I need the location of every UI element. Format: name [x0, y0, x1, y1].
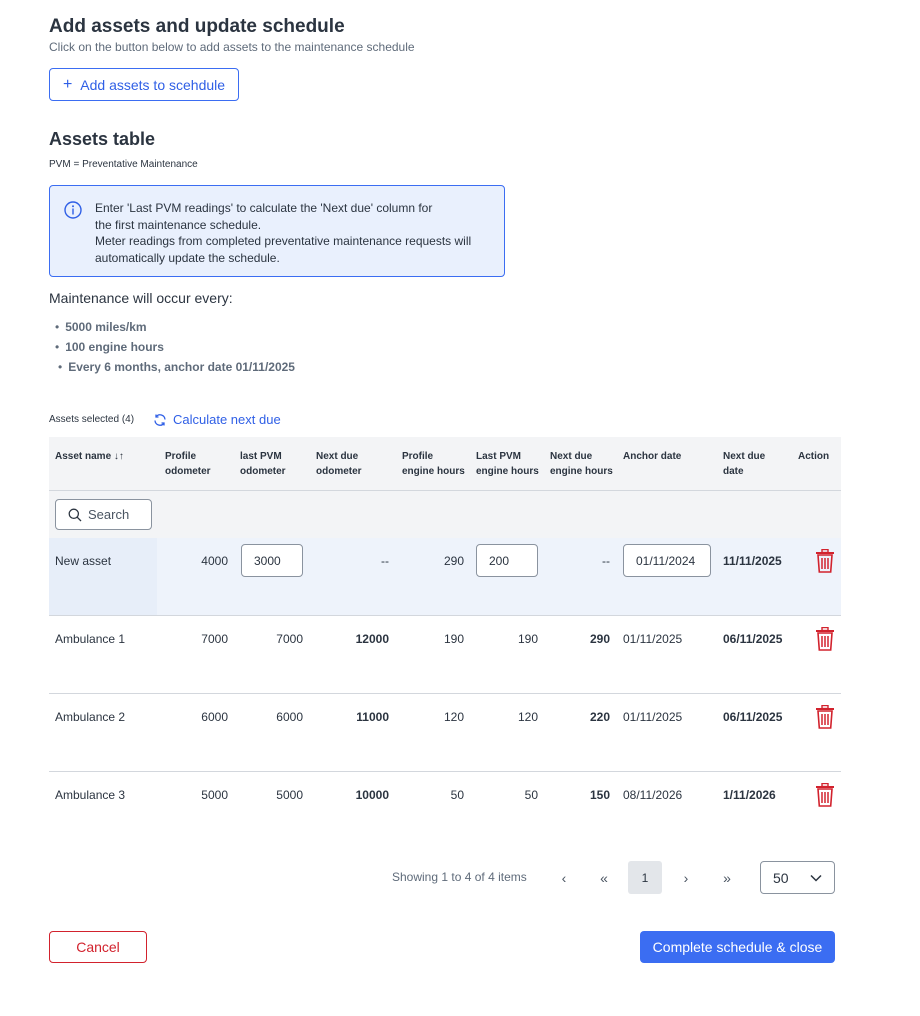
info-line: Meter readings from completed preventati…	[95, 234, 472, 248]
maintenance-label: Maintenance will occur every:	[49, 290, 233, 306]
search-icon	[68, 508, 82, 521]
anchor-date: 01/11/2025	[623, 710, 683, 724]
calculate-label: Calculate next due	[173, 412, 281, 427]
info-line: the first maintenance schedule.	[95, 217, 262, 232]
table-header: Asset name ↓↑ Profile odometer last PVM od…	[49, 437, 841, 491]
search-input[interactable]: Search	[55, 499, 152, 530]
refresh-icon	[154, 413, 166, 426]
col-action: Action	[798, 451, 830, 462]
info-icon	[64, 201, 82, 219]
next-due-odometer: --	[381, 554, 389, 568]
col-next-due-date: Next due date	[723, 451, 766, 477]
profile-engine-hours: 50	[450, 788, 464, 802]
section-title: Assets table	[49, 129, 156, 149]
calculate-next-due-button[interactable]: Calculate next due	[153, 412, 281, 427]
profile-odometer: 7000	[201, 632, 228, 646]
anchor-date: 01/11/2025	[623, 632, 683, 646]
add-assets-label: Add assets to scehdule	[80, 76, 226, 93]
info-text: Enter 'Last PVM readings' to calculate t…	[95, 200, 500, 266]
profile-odometer: 5000	[201, 788, 228, 802]
next-due-engine-hours: 220	[589, 710, 610, 724]
next-due-odometer: 12000	[355, 632, 389, 646]
items-per-page-value: 50	[773, 869, 789, 886]
last-pvm-odometer: 5000	[276, 788, 303, 802]
delete-icon[interactable]	[814, 627, 836, 651]
profile-engine-hours: 120	[443, 710, 464, 724]
table-row: Ambulance 1 7000 7000 12000 190 190 290 …	[49, 616, 841, 694]
page-subtitle: Click on the button below to add assets …	[49, 40, 415, 54]
next-due-date: 1/11/2026	[723, 788, 776, 802]
complete-schedule-button[interactable]: Complete schedule & close	[640, 931, 835, 963]
profile-odometer: 6000	[201, 710, 228, 724]
asset-name: Ambulance 2	[55, 710, 126, 724]
col-next-due-odometer: Next due odometer	[316, 451, 362, 477]
col-last-pvm-engine-hours: Last PVM engine hours	[476, 451, 539, 477]
table-search-row: Search	[49, 491, 841, 538]
profile-engine-hours: 190	[443, 632, 464, 646]
col-last-pvm-odometer: last PVM odometer	[240, 451, 286, 477]
last-pvm-odometer: 7000	[276, 632, 303, 646]
table-row: Ambulance 2 6000 6000 11000 120 120 220 …	[49, 694, 841, 772]
col-next-due-engine-hours: Next due engine hours	[550, 451, 613, 477]
col-asset-name[interactable]: Asset name ↓↑	[55, 449, 124, 464]
asset-name: New asset	[55, 554, 112, 568]
next-due-odometer: 11000	[356, 710, 389, 724]
page-number-current[interactable]: 1	[628, 861, 662, 894]
info-line: automatically update the schedule.	[95, 250, 280, 265]
col-profile-engine-hours: Profile engine hours	[402, 451, 465, 477]
last-page-button[interactable]: »	[710, 861, 744, 894]
last-pvm-engine-hours: 190	[517, 632, 538, 646]
last-pvm-odometer: 6000	[276, 710, 303, 724]
next-due-date: 11/11/2025	[723, 554, 782, 568]
interval-item: Every 6 months, anchor date 01/11/2025	[58, 360, 295, 374]
profile-engine-hours: 290	[443, 554, 464, 568]
pvm-note: PVM = Preventative Maintenance	[49, 159, 198, 170]
table-row: New asset 4000 3000 -- 290 200 -- 01/11/…	[49, 538, 841, 616]
prev-page-button[interactable]: ‹	[547, 861, 581, 894]
last-pvm-odometer-input[interactable]: 3000	[241, 544, 303, 577]
anchor-date: 08/11/2026	[623, 788, 683, 802]
delete-icon[interactable]	[814, 549, 836, 573]
chevron-down-icon	[810, 874, 822, 882]
next-due-engine-hours: 290	[589, 632, 610, 646]
next-due-odometer: 10000	[355, 788, 389, 802]
col-profile-odometer: Profile odometer	[165, 451, 211, 477]
next-due-date: 06/11/2025	[723, 632, 783, 646]
col-anchor-date: Anchor date	[623, 451, 682, 462]
table-row: Ambulance 3 5000 5000 10000 50 50 150 08…	[49, 772, 841, 850]
next-due-date: 06/11/2025	[723, 710, 783, 724]
last-pvm-engine-hours: 50	[524, 788, 538, 802]
profile-odometer: 4000	[201, 554, 228, 568]
add-assets-button[interactable]: + Add assets to scehdule	[49, 68, 239, 101]
search-placeholder: Search	[88, 507, 130, 522]
plus-icon: +	[62, 75, 73, 93]
anchor-date-input[interactable]: 01/11/2024	[623, 544, 711, 577]
interval-item: 100 engine hours	[55, 340, 164, 354]
delete-icon[interactable]	[814, 783, 836, 807]
items-per-page-select[interactable]: 50	[760, 861, 835, 894]
first-page-button[interactable]: «	[587, 861, 621, 894]
asset-name: Ambulance 3	[55, 788, 126, 802]
last-pvm-engine-hours-input[interactable]: 200	[476, 544, 538, 577]
next-due-engine-hours: --	[602, 554, 610, 568]
pagination-summary: Showing 1 to 4 of 4 items	[392, 870, 527, 884]
next-page-button[interactable]: ›	[669, 861, 703, 894]
interval-item: 5000 miles/km	[55, 320, 146, 334]
page-title: Add assets and update schedule	[49, 16, 345, 37]
cancel-button[interactable]: Cancel	[49, 931, 147, 963]
delete-icon[interactable]	[814, 705, 836, 729]
assets-selected-count: Assets selected (4)	[49, 414, 135, 425]
last-pvm-engine-hours: 120	[517, 710, 538, 724]
info-banner: Enter 'Last PVM readings' to calculate t…	[49, 185, 505, 277]
next-due-engine-hours: 150	[589, 788, 610, 802]
info-line: Enter 'Last PVM readings' to calculate t…	[95, 201, 433, 215]
asset-name: Ambulance 1	[55, 632, 126, 646]
